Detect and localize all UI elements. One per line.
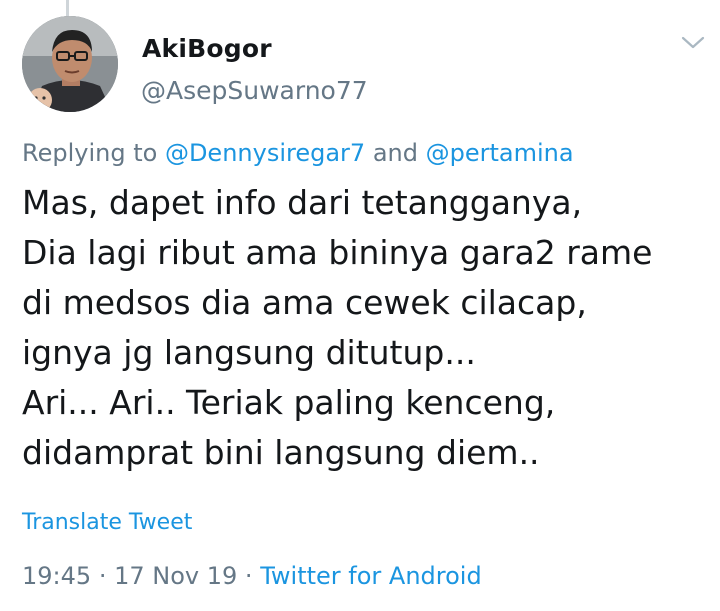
replying-to-label: Replying to: [22, 139, 158, 167]
mention-link-dennysiregar7[interactable]: @Dennysiregar7: [165, 139, 365, 167]
tweet-text-line: didamprat bini langsung diem..: [22, 433, 540, 472]
tweet-time[interactable]: 19:45: [22, 562, 91, 590]
tweet-source-link[interactable]: Twitter for Android: [260, 562, 481, 590]
avatar[interactable]: [22, 16, 118, 112]
tweet-text-line: Mas, dapet info dari tetangganya,: [22, 183, 583, 222]
tweet-text-line: Ari... Ari.. Teriak paling kenceng,: [22, 383, 556, 422]
mention-link-pertamina[interactable]: @pertamina: [426, 139, 574, 167]
tweet-date[interactable]: 17 Nov 19: [114, 562, 237, 590]
tweet-text-line: di medsos dia ama cewek cilacap,: [22, 283, 587, 322]
tweet-text: Mas, dapet info dari tetangganya, Dia la…: [22, 178, 712, 478]
replying-to: Replying to @Dennysiregar7 and @pertamin…: [22, 139, 574, 167]
tweet-text-line: ignya jg langsung ditutup...: [22, 333, 476, 372]
meta-separator: ·: [244, 562, 253, 590]
chevron-down-icon[interactable]: [680, 34, 706, 52]
avatar-photo-icon: [22, 16, 118, 112]
meta-separator: ·: [98, 562, 107, 590]
display-name[interactable]: AkiBogor: [142, 34, 272, 63]
user-handle[interactable]: @AsepSuwarno77: [141, 76, 368, 105]
thread-connector-line: [66, 0, 69, 16]
tweet-metadata: 19:45 · 17 Nov 19 · Twitter for Android: [22, 562, 482, 590]
tweet-text-line: Dia lagi ribut ama bininya gara2 rame: [22, 233, 653, 272]
translate-tweet-link[interactable]: Translate Tweet: [22, 510, 192, 535]
replying-to-joiner: and: [372, 139, 418, 167]
